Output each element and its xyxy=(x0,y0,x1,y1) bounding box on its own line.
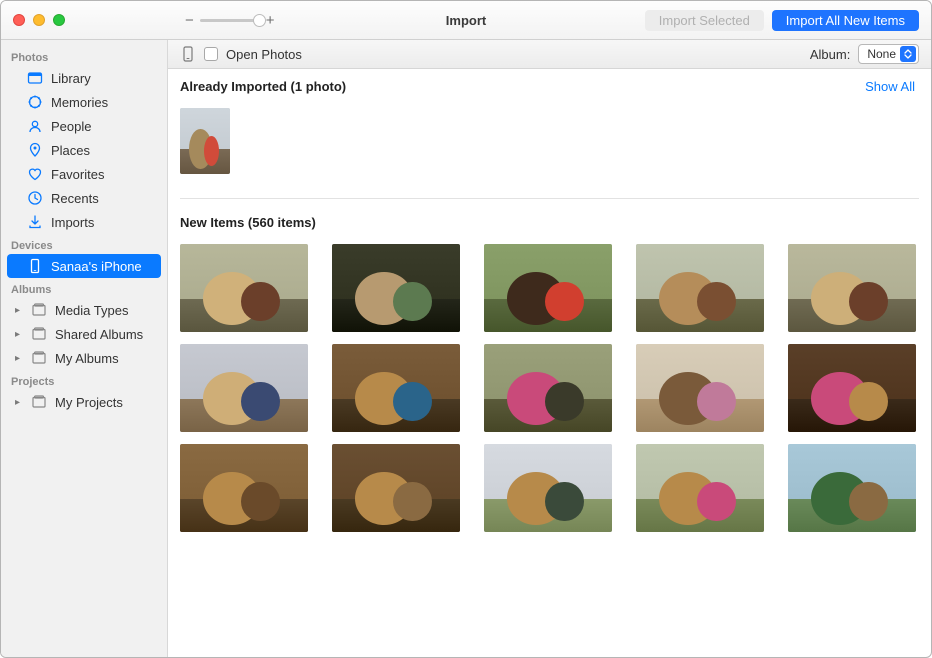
section-divider xyxy=(180,198,919,199)
sidebar-section-header: Photos xyxy=(1,46,167,66)
sidebar-item-recents[interactable]: Recents xyxy=(7,186,161,210)
titlebar: − + Import Import Selected Import All Ne… xyxy=(1,1,931,40)
zoom-out-icon: − xyxy=(185,12,194,29)
window-body: Photos Library Memories People Places Favorit… xyxy=(1,40,931,657)
import-all-button[interactable]: Import All New Items xyxy=(772,10,919,31)
disclosure-triangle-icon[interactable]: ▸ xyxy=(15,397,23,408)
new-items-title: New Items (560 items) xyxy=(180,215,316,230)
photo-thumbnail[interactable] xyxy=(180,108,230,174)
photo-thumbnail[interactable] xyxy=(332,444,460,532)
sidebar-item-memories[interactable]: Memories xyxy=(7,90,161,114)
sidebar-item-my-projects[interactable]: ▸ My Projects xyxy=(7,390,161,414)
imports-icon xyxy=(27,214,43,230)
library-icon xyxy=(27,70,43,86)
album-icon xyxy=(31,302,47,318)
photo-thumbnail[interactable] xyxy=(180,244,308,332)
import-content: Already Imported (1 photo) Show All New … xyxy=(168,69,931,657)
photo-thumbnail[interactable] xyxy=(484,444,612,532)
already-imported-grid xyxy=(168,102,931,192)
select-arrows-icon xyxy=(900,46,916,62)
sidebar-item-media-types[interactable]: ▸ Media Types xyxy=(7,298,161,322)
zoom-thumb[interactable] xyxy=(253,14,266,27)
disclosure-triangle-icon[interactable]: ▸ xyxy=(15,305,23,316)
photo-thumbnail[interactable] xyxy=(636,344,764,432)
sidebar-item-label: Favorites xyxy=(51,167,104,182)
sidebar: Photos Library Memories People Places Favorit… xyxy=(1,40,168,657)
sidebar-section-header: Projects xyxy=(1,370,167,390)
sidebar-item-label: Memories xyxy=(51,95,108,110)
sidebar-section-header: Albums xyxy=(1,278,167,298)
album-select-value: None xyxy=(867,47,896,61)
close-window-button[interactable] xyxy=(13,14,25,26)
sidebar-item-library[interactable]: Library xyxy=(7,66,161,90)
sidebar-item-imports[interactable]: Imports xyxy=(7,210,161,234)
sidebar-section-header: Devices xyxy=(1,234,167,254)
traffic-lights xyxy=(1,14,65,26)
zoom-track[interactable] xyxy=(200,19,260,22)
recents-icon xyxy=(27,190,43,206)
sidebar-item-label: Sanaa's iPhone xyxy=(51,259,142,274)
sidebar-item-label: Imports xyxy=(51,215,94,230)
sidebar-item-people[interactable]: People xyxy=(7,114,161,138)
toolbar-buttons: Import Selected Import All New Items xyxy=(645,10,931,31)
photo-thumbnail[interactable] xyxy=(636,244,764,332)
sidebar-item-my-albums[interactable]: ▸ My Albums xyxy=(7,346,161,370)
sidebar-item-label: My Albums xyxy=(55,351,119,366)
album-icon xyxy=(31,350,47,366)
people-icon xyxy=(27,118,43,134)
open-photos-label: Open Photos xyxy=(226,47,302,62)
app-window: − + Import Import Selected Import All Ne… xyxy=(0,0,932,658)
sidebar-item-label: Library xyxy=(51,71,91,86)
import-option-bar: Open Photos Album: None xyxy=(168,40,931,69)
sidebar-item-label: People xyxy=(51,119,91,134)
sidebar-item-sanaa-s-iphone[interactable]: Sanaa's iPhone xyxy=(7,254,161,278)
sidebar-item-label: Media Types xyxy=(55,303,128,318)
main-area: Open Photos Album: None Already Imported… xyxy=(168,40,931,657)
sidebar-item-label: Shared Albums xyxy=(55,327,143,342)
sidebar-item-places[interactable]: Places xyxy=(7,138,161,162)
photo-thumbnail[interactable] xyxy=(180,444,308,532)
photo-thumbnail[interactable] xyxy=(788,344,916,432)
device-phone-icon xyxy=(180,46,196,62)
new-items-grid xyxy=(168,238,931,550)
disclosure-triangle-icon[interactable]: ▸ xyxy=(15,353,23,364)
import-selected-button[interactable]: Import Selected xyxy=(645,10,764,31)
photo-thumbnail[interactable] xyxy=(484,344,612,432)
sidebar-item-label: Places xyxy=(51,143,90,158)
show-all-link[interactable]: Show All xyxy=(865,79,915,94)
photo-thumbnail[interactable] xyxy=(636,444,764,532)
album-icon xyxy=(31,394,47,410)
phone-icon xyxy=(27,258,43,274)
album-label: Album: xyxy=(810,47,850,62)
zoom-window-button[interactable] xyxy=(53,14,65,26)
sidebar-item-label: Recents xyxy=(51,191,99,206)
photo-thumbnail[interactable] xyxy=(484,244,612,332)
zoom-in-icon: + xyxy=(266,12,275,29)
sidebar-item-label: My Projects xyxy=(55,395,123,410)
sidebar-item-favorites[interactable]: Favorites xyxy=(7,162,161,186)
photo-thumbnail[interactable] xyxy=(180,344,308,432)
open-photos-checkbox[interactable] xyxy=(204,47,218,61)
thumbnail-zoom-slider[interactable]: − + xyxy=(185,12,275,29)
places-icon xyxy=(27,142,43,158)
album-select[interactable]: None xyxy=(858,44,919,64)
minimize-window-button[interactable] xyxy=(33,14,45,26)
photo-thumbnail[interactable] xyxy=(332,244,460,332)
window-title: Import xyxy=(446,13,486,28)
album-icon xyxy=(31,326,47,342)
favorites-icon xyxy=(27,166,43,182)
photo-thumbnail[interactable] xyxy=(788,244,916,332)
disclosure-triangle-icon[interactable]: ▸ xyxy=(15,329,23,340)
already-imported-header: Already Imported (1 photo) Show All xyxy=(168,69,931,102)
photo-thumbnail[interactable] xyxy=(332,344,460,432)
photo-thumbnail[interactable] xyxy=(788,444,916,532)
new-items-header: New Items (560 items) xyxy=(168,205,931,238)
already-imported-title: Already Imported (1 photo) xyxy=(180,79,346,94)
sidebar-item-shared-albums[interactable]: ▸ Shared Albums xyxy=(7,322,161,346)
memories-icon xyxy=(27,94,43,110)
